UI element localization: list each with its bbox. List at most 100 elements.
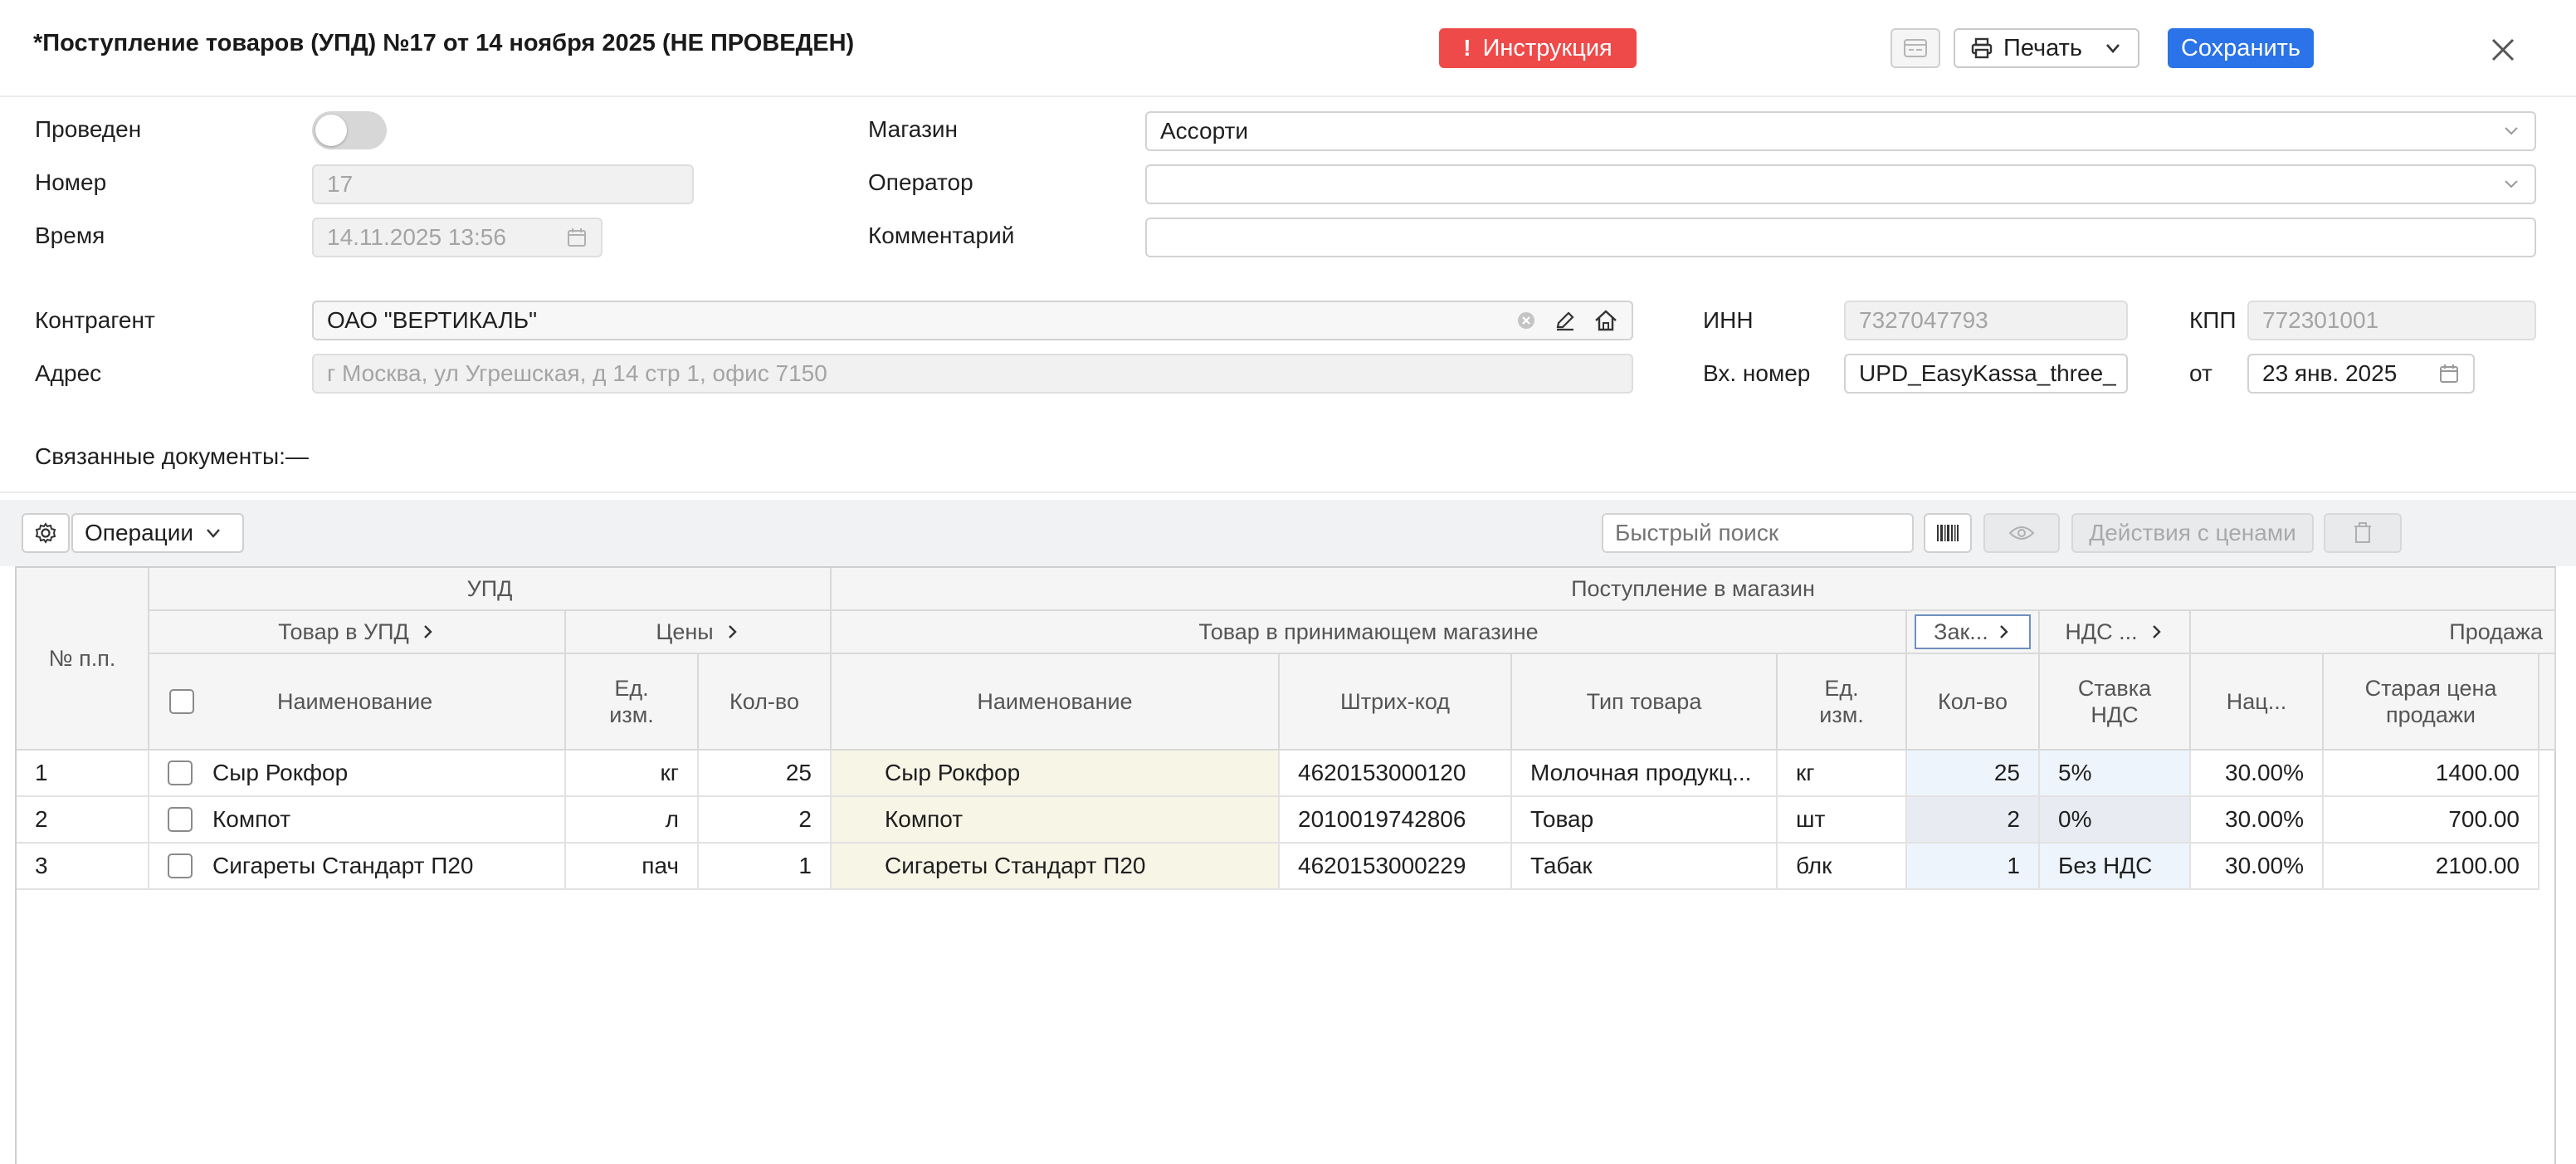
close-icon[interactable] [2486,33,2520,66]
subgroup-vat[interactable]: НДС ... [2040,611,2191,654]
operator-select[interactable] [1145,164,2536,204]
price-actions-button[interactable]: Действия с ценами [2071,513,2314,553]
form-divider [0,492,2576,493]
subgroup-order-cell: Зак... [1907,611,2040,654]
col-markup-header: Нац... [2191,654,2324,751]
settings-button[interactable] [22,513,70,553]
cell-store-name[interactable]: Компот [832,797,1280,844]
cell-store-qty[interactable]: 2 [1907,797,2040,844]
number-field[interactable]: 17 [312,164,694,204]
instruction-label: Инструкция [1482,34,1612,61]
cell-unit: кг [566,751,699,797]
cell-num: 3 [17,844,149,890]
cell-old-price: 2100.00 [2324,844,2539,890]
row-checkbox[interactable] [168,807,193,832]
cell-markup[interactable]: 30.00% [2191,797,2324,844]
cell-qty[interactable]: 2 [699,797,832,844]
comment-field[interactable] [1145,218,2536,257]
calendar-card-button[interactable] [1891,28,1940,68]
cell-type: Молочная продукц... [1512,751,1778,797]
cell-num: 2 [17,797,149,844]
col-name-header: Наименование [149,654,566,751]
store-value: Ассорти [1160,118,1248,144]
row-checkbox[interactable] [168,853,193,878]
time-field[interactable]: 14.11.2025 13:56 [312,218,603,257]
cell-vat[interactable]: 0% [2040,797,2191,844]
address-field[interactable]: г Москва, ул Угрешская, д 14 стр 1, офис… [312,354,1633,394]
cell-old-price: 700.00 [2324,797,2539,844]
row-checkbox[interactable] [168,761,193,785]
save-button[interactable]: Сохранить [2168,28,2314,68]
cell-vat[interactable]: Без НДС [2040,844,2191,890]
cell-store-qty[interactable]: 25 [1907,751,2040,797]
incoming-number-field[interactable]: UPD_EasyKassa_three_ [1844,354,2128,394]
header-divider [0,95,2576,97]
operations-dropdown[interactable]: Операции [71,513,244,553]
clear-icon[interactable] [1515,310,1537,331]
barcode-icon [1937,525,1959,541]
select-all-checkbox[interactable] [169,689,194,714]
from-date-field[interactable]: 23 янв. 2025 [2247,354,2475,394]
inn-field[interactable]: 7327047793 [1844,301,2128,340]
cell-store-name[interactable]: Сигареты Стандарт П20 [832,844,1280,890]
view-button[interactable] [1983,513,2060,553]
counterparty-value: ОАО "ВЕРТИКАЛЬ" [327,307,538,333]
counterparty-field[interactable]: ОАО "ВЕРТИКАЛЬ" [312,301,1633,340]
toggle-knob [315,115,347,146]
print-button[interactable]: Печать [1954,28,2139,68]
store-label: Магазин [868,116,959,142]
col-unit-header: Ед. изм. [566,654,699,751]
chevron-down-icon [2505,180,2518,188]
exclamation-icon: ! [1463,35,1471,61]
group-receipt: Поступление в магазин [832,568,2556,611]
chevron-down-icon [207,529,220,538]
col-overflow-header [2539,654,2556,751]
col-num-header: № п.п. [17,568,149,751]
cell-markup[interactable]: 30.00% [2191,751,2324,797]
incoming-number-label: Вх. номер [1703,360,1811,386]
subgroup-upd-item-label: Товар в УПД [278,619,409,644]
store-select[interactable]: Ассорти [1145,111,2536,151]
instruction-button[interactable]: ! Инструкция [1439,28,1637,68]
cell-type: Табак [1512,844,1778,890]
subgroup-store-item: Товар в принимающем магазине [832,611,1907,654]
eye-icon [2008,526,2035,540]
cell-unit: л [566,797,699,844]
calendar-icon[interactable] [2438,363,2460,384]
cell-qty[interactable]: 1 [699,844,832,890]
chevron-down-icon [2106,44,2120,53]
barcode-button[interactable] [1924,513,1972,553]
time-label: Время [35,223,105,248]
col-qty-header: Кол-во [699,654,832,751]
cell-store-unit: блк [1778,844,1907,890]
posted-toggle[interactable] [312,111,387,149]
subgroup-prices[interactable]: Цены [566,611,832,654]
chevron-right-icon [423,625,432,638]
kpp-field[interactable]: 772301001 [2247,301,2536,340]
from-date-value: 23 янв. 2025 [2262,360,2398,386]
cell-markup[interactable]: 30.00% [2191,844,2324,890]
cell-store-qty[interactable]: 1 [1907,844,2040,890]
edit-icon[interactable] [1554,309,1577,332]
comment-label: Комментарий [868,223,1015,248]
cell-qty[interactable]: 25 [699,751,832,797]
quick-search-input[interactable] [1602,513,1914,553]
subgroup-prices-label: Цены [656,619,714,644]
chevron-right-icon [1999,625,2008,638]
operator-label: Оператор [868,169,973,195]
col-store-name-header: Наименование [832,654,1280,751]
related-docs-label: Связанные документы:— [35,443,309,469]
cell-vat[interactable]: 5% [2040,751,2191,797]
delete-button[interactable] [2324,513,2402,553]
subgroup-order[interactable]: Зак... [1915,614,2031,649]
subgroup-sale: Продажа [2191,611,2556,654]
chevron-down-icon [2505,127,2518,135]
col-type-header: Тип товара [1512,654,1778,751]
subgroup-upd-item[interactable]: Товар в УПД [149,611,566,654]
cell-unit: пач [566,844,699,890]
calendar-icon[interactable] [566,227,588,248]
cell-store-name[interactable]: Сыр Рокфор [832,751,1280,797]
cell-store-unit: кг [1778,751,1907,797]
print-label: Печать [2003,34,2083,61]
home-icon[interactable] [1593,309,1618,332]
